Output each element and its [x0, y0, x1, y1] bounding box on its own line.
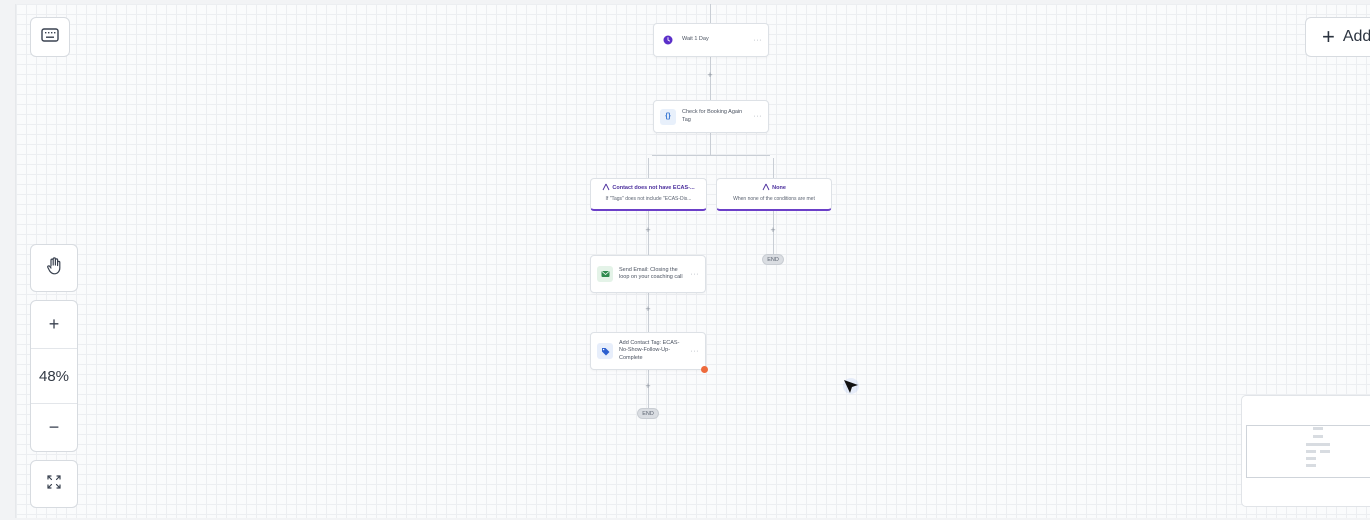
branch-subtitle: When none of the conditions are met	[733, 196, 815, 202]
expand-icon	[47, 474, 61, 494]
branch-condition[interactable]: Contact does not have ECAS-... If "Tags"…	[590, 178, 707, 211]
zoom-out-button[interactable]: −	[31, 404, 77, 451]
add-step-button[interactable]: +	[768, 225, 778, 235]
branch-icon	[762, 183, 770, 193]
connector	[773, 158, 774, 178]
add-step-button[interactable]: +	[643, 225, 653, 235]
connector	[710, 4, 711, 23]
zoom-level: 48%	[31, 348, 77, 404]
fit-view-button[interactable]	[30, 460, 78, 508]
code-braces-icon: {}	[660, 108, 676, 125]
node-label: Add Contact Tag: ECAS-No-Show-Follow-Up-…	[619, 339, 680, 361]
zoom-controls: + 48% −	[30, 300, 78, 452]
connector	[652, 155, 770, 156]
clock-icon	[660, 32, 676, 48]
workflow-node-add-tag[interactable]: Add Contact Tag: ECAS-No-Show-Follow-Up-…	[590, 332, 706, 370]
branch-subtitle: If "Tags" does not include "ECAS-Dis...	[605, 196, 692, 202]
add-step-button[interactable]: +	[643, 304, 653, 314]
minimap-node	[1313, 427, 1323, 430]
add-button-label: Add	[1342, 28, 1370, 45]
connector	[710, 133, 711, 155]
workflow-node-wait[interactable]: Wait 1 Day ···	[653, 23, 769, 57]
keyboard-icon	[41, 27, 59, 47]
add-step-button[interactable]: +	[643, 381, 653, 391]
branch-icon	[602, 183, 610, 193]
minimap-node	[1306, 457, 1316, 460]
branch-none[interactable]: None When none of the conditions are met	[716, 178, 832, 211]
minimap[interactable]	[1241, 395, 1370, 507]
minimap-node	[1320, 450, 1330, 453]
more-options-button[interactable]: ···	[754, 37, 763, 44]
minimap-node	[1306, 443, 1330, 446]
more-options-button[interactable]: ···	[691, 271, 700, 278]
add-button[interactable]: + Add	[1305, 17, 1370, 57]
plus-icon: +	[1322, 24, 1335, 49]
add-step-button[interactable]: +	[705, 70, 715, 80]
workflow-node-check-tag[interactable]: {} Check for Booking Again Tag ···	[653, 100, 769, 133]
node-label: Send Email: Closing the loop on your coa…	[619, 266, 683, 281]
workflow-node-send-email[interactable]: Send Email: Closing the loop on your coa…	[590, 255, 706, 293]
pan-tool-button[interactable]	[30, 244, 78, 292]
end-marker: END	[762, 254, 784, 265]
minimap-node	[1306, 464, 1316, 467]
branch-title: None	[772, 185, 786, 191]
hand-icon	[46, 256, 62, 280]
cursor-icon	[842, 377, 862, 402]
more-options-button[interactable]: ···	[754, 113, 763, 120]
tag-icon	[597, 343, 613, 359]
zoom-in-button[interactable]: +	[31, 301, 77, 348]
more-options-button[interactable]: ···	[691, 348, 700, 355]
connector	[648, 158, 649, 178]
keyboard-shortcuts-button[interactable]	[30, 17, 70, 57]
error-indicator	[701, 366, 708, 373]
minimap-node	[1313, 435, 1323, 438]
node-label: Check for Booking Again Tag	[682, 109, 743, 123]
minimap-node	[1306, 450, 1316, 453]
end-marker: END	[637, 408, 659, 419]
email-icon	[597, 266, 613, 282]
node-label: Wait 1 Day	[682, 36, 709, 43]
branch-title: Contact does not have ECAS-...	[612, 185, 695, 191]
